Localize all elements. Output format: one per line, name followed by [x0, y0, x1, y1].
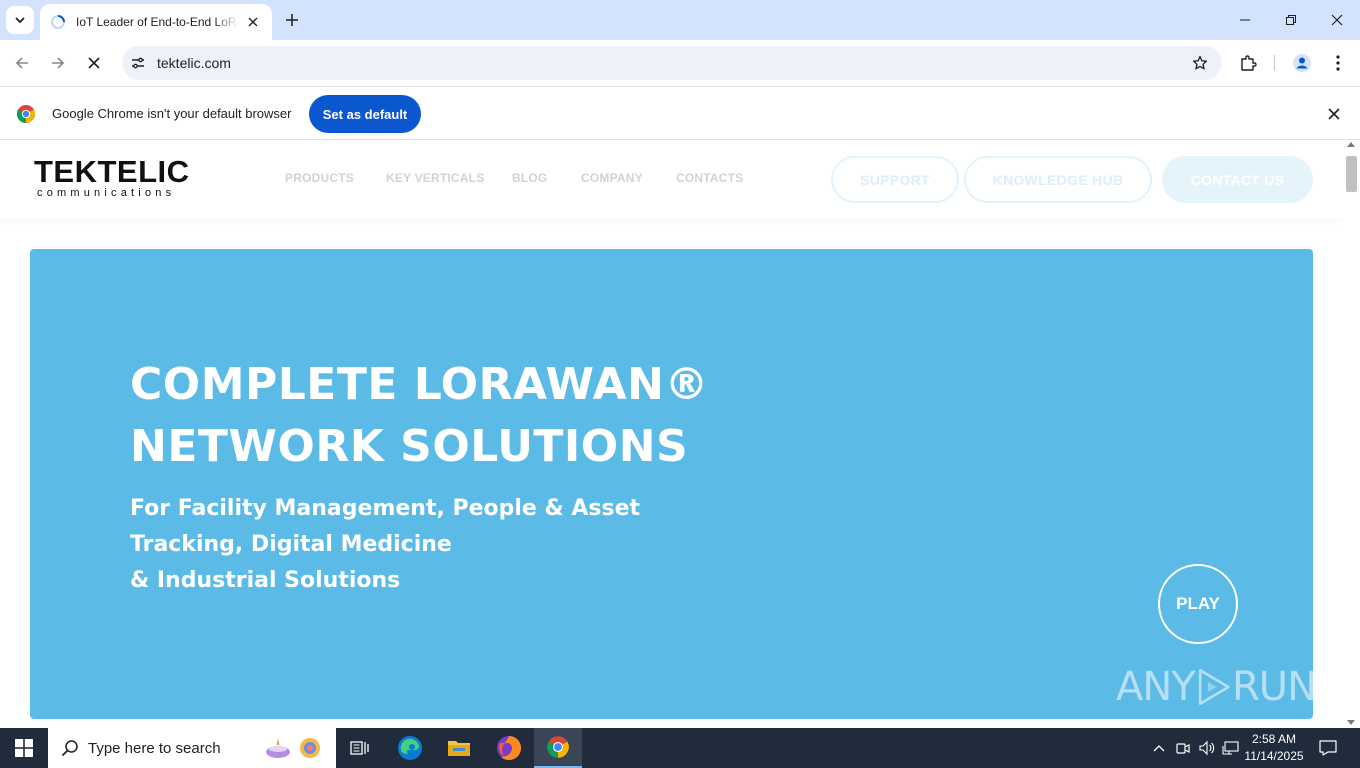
knowledge-hub-button[interactable]: KNOWLEDGE HUB: [964, 156, 1152, 203]
new-tab-button[interactable]: [280, 8, 304, 32]
nav-company[interactable]: COMPANY: [581, 171, 643, 185]
star-icon[interactable]: [1190, 53, 1210, 73]
contact-us-button[interactable]: CONTACT US: [1162, 156, 1313, 203]
site-header: TEKTELIC communications PRODUCTS KEY VER…: [0, 140, 1343, 219]
chrome-logo-icon: [547, 736, 569, 758]
hero-subtitle-line-3: & Industrial Solutions: [130, 568, 401, 593]
browser-toolbar: tektelic.com: [0, 40, 1360, 86]
network-icon[interactable]: [1221, 728, 1241, 768]
chevron-down-icon: [15, 17, 25, 24]
play-triangle-icon: [1198, 669, 1230, 705]
address-bar[interactable]: tektelic.com: [122, 46, 1222, 80]
tab-search-button[interactable]: [6, 6, 34, 34]
nav-products[interactable]: PRODUCTS: [285, 171, 354, 185]
chat-bubble-icon: [1319, 740, 1337, 756]
hero-subtitle: For Facility Management, People & Asset …: [130, 491, 690, 599]
minimize-icon: [1240, 19, 1250, 21]
tektelic-logo[interactable]: TEKTELIC communications: [34, 154, 190, 200]
loading-spinner-icon: [50, 14, 66, 30]
taskbar-firefox[interactable]: [485, 728, 533, 768]
hero-title: COMPLETE LORAWAN® NETWORK SOLUTIONS: [130, 354, 830, 478]
search-icon: [60, 738, 80, 758]
anyrun-watermark: ANY RUN: [1116, 656, 1313, 718]
close-icon[interactable]: [1324, 104, 1344, 124]
back-button[interactable]: [8, 49, 36, 77]
windows-logo-icon: [15, 739, 33, 757]
hero-title-line-2: NETWORK SOLUTIONS: [130, 421, 689, 472]
search-placeholder: Type here to search: [88, 739, 221, 757]
forward-button[interactable]: [44, 49, 72, 77]
restore-button[interactable]: [1268, 0, 1314, 40]
hero-subtitle-line-1: For Facility Management, People & Asset: [130, 496, 641, 521]
default-browser-infobar: Google Chrome isn't your default browser…: [0, 86, 1360, 140]
profile-button[interactable]: [1288, 49, 1316, 77]
nav-blog[interactable]: BLOG: [512, 171, 547, 185]
scroll-up-arrow-icon[interactable]: [1347, 142, 1355, 147]
extensions-button[interactable]: [1234, 49, 1262, 77]
clock-time: 2:58 AM: [1251, 732, 1297, 746]
clock-date: 11/14/2025: [1244, 749, 1304, 763]
hero-title-line-1: COMPLETE LORAWAN®: [130, 359, 709, 410]
nav-key-verticals[interactable]: KEY VERTICALS: [386, 171, 484, 185]
firefox-icon: [497, 736, 522, 761]
browser-tab[interactable]: IoT Leader of End-to-End LoRaWAN: [40, 4, 272, 40]
show-hidden-icons-button[interactable]: [1150, 728, 1168, 768]
tab-strip: IoT Leader of End-to-End LoRaWAN: [0, 0, 1360, 40]
set-as-default-button[interactable]: Set as default: [309, 95, 421, 133]
page-scrollbar[interactable]: [1343, 140, 1360, 728]
watermark-text-right: RUN: [1232, 664, 1313, 710]
url-text[interactable]: tektelic.com: [157, 55, 231, 71]
taskbar-chrome[interactable]: [534, 728, 582, 768]
nav-contacts[interactable]: CONTACTS: [676, 171, 743, 185]
page-viewport: TEKTELIC communications PRODUCTS KEY VER…: [0, 140, 1343, 728]
arrow-right-icon: [52, 57, 65, 69]
task-view-icon: [350, 741, 369, 755]
plus-icon: [286, 14, 298, 26]
menu-button[interactable]: [1324, 49, 1352, 77]
site-info-icon[interactable]: [128, 53, 148, 73]
taskbar-search[interactable]: Type here to search: [48, 728, 336, 768]
puzzle-icon: [1241, 55, 1257, 71]
stop-loading-button[interactable]: [80, 49, 108, 77]
more-vert-icon: [1336, 55, 1340, 71]
scroll-down-arrow-icon[interactable]: [1347, 720, 1355, 725]
taskbar-file-explorer[interactable]: [435, 728, 483, 768]
arrow-left-icon: [15, 57, 28, 69]
folder-icon: [448, 741, 470, 756]
play-video-button[interactable]: PLAY: [1158, 564, 1238, 644]
scroll-thumb[interactable]: [1346, 156, 1357, 192]
infobar-message: Google Chrome isn't your default browser: [52, 106, 292, 121]
hero-banner: COMPLETE LORAWAN® NETWORK SOLUTIONS For …: [30, 249, 1313, 719]
support-button[interactable]: SUPPORT: [831, 156, 959, 203]
search-highlight-icon: [266, 738, 320, 758]
chevron-up-icon: [1153, 745, 1165, 752]
volume-icon[interactable]: [1197, 728, 1217, 768]
restore-icon: [1286, 15, 1296, 25]
logo-wordmark: TEKTELIC: [34, 154, 190, 189]
watermark-text-left: ANY: [1116, 664, 1196, 710]
windows-taskbar: Type here to search 2:58 AM 11/14/2025: [0, 728, 1360, 768]
toolbar-divider: [1274, 55, 1275, 71]
logo-tagline: communications: [37, 187, 176, 199]
close-icon[interactable]: [244, 13, 262, 31]
hero-subtitle-line-2: Tracking, Digital Medicine: [130, 532, 452, 557]
close-icon: [88, 57, 100, 69]
avatar-icon: [1293, 54, 1311, 72]
chrome-logo-icon: [16, 105, 36, 123]
notifications-button[interactable]: [1312, 728, 1344, 768]
taskbar-clock[interactable]: 2:58 AM 11/14/2025: [1240, 731, 1308, 765]
minimize-button[interactable]: [1222, 0, 1268, 40]
tab-title: IoT Leader of End-to-End LoRaWAN: [76, 15, 238, 29]
task-view-button[interactable]: [336, 728, 384, 768]
edge-icon: [398, 736, 422, 760]
taskbar-edge[interactable]: [386, 728, 434, 768]
meet-now-icon[interactable]: [1173, 728, 1193, 768]
close-window-button[interactable]: [1314, 0, 1360, 40]
start-button[interactable]: [0, 728, 48, 768]
close-icon: [1331, 14, 1343, 26]
